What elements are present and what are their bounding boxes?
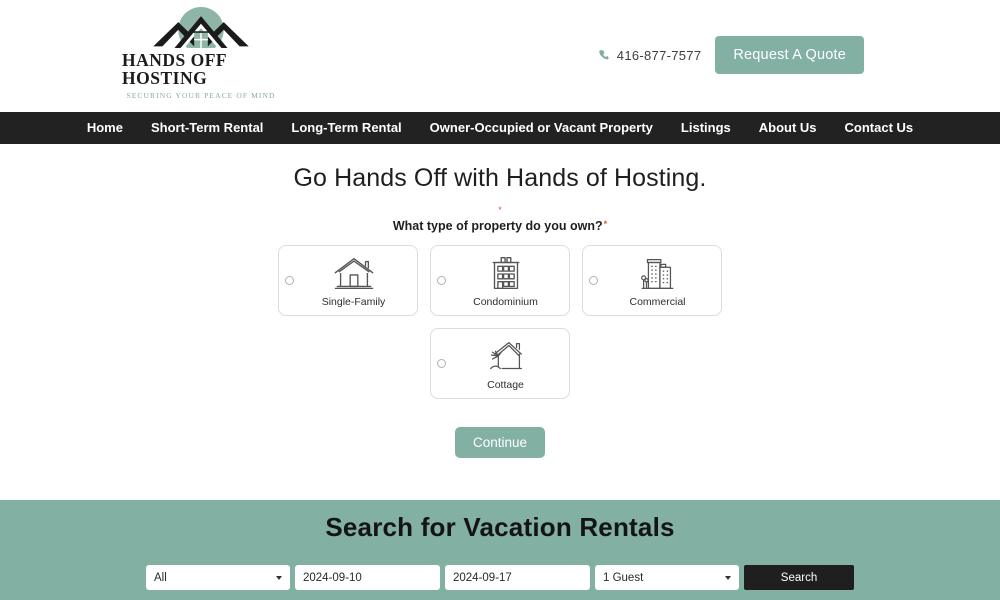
- radio-cottage[interactable]: [437, 359, 446, 368]
- nav-item-short-term-rental[interactable]: Short-Term Rental: [137, 112, 277, 144]
- property-type-question-text: What type of property do you own?: [392, 219, 603, 233]
- property-option-label: Commercial: [629, 296, 686, 308]
- vacation-rental-search: Search for Vacation Rentals All 2024-09-…: [0, 500, 1000, 600]
- search-form: All 2024-09-10 2024-09-17 1 Guest Search: [0, 565, 1000, 590]
- property-type-select[interactable]: All: [146, 565, 290, 590]
- search-section-title: Search for Vacation Rentals: [325, 512, 675, 542]
- house-mountain-sun-logo-icon: [144, 7, 258, 54]
- header-actions: 416-877-7577 Request A Quote: [598, 36, 864, 74]
- property-type-options-row-2: Cottage: [0, 328, 1000, 399]
- property-option-label: Condominium: [473, 296, 538, 308]
- guests-select-value: 1 Guest: [603, 571, 644, 584]
- page-title: Go Hands Off with Hands of Hosting.: [293, 164, 707, 192]
- required-marker-inline: *: [603, 219, 608, 229]
- condo-building-icon: [492, 257, 519, 290]
- site-header: HANDS OFF HOSTING SECURING YOUR PEACE OF…: [0, 0, 1000, 112]
- chevron-down-icon: [725, 575, 731, 580]
- property-option-label: Single-Family: [321, 296, 386, 308]
- main-navigation: Home Short-Term Rental Long-Term Rental …: [0, 112, 1000, 144]
- radio-condominium[interactable]: [437, 276, 446, 285]
- property-option-label: Cottage: [487, 379, 524, 391]
- property-option-commercial[interactable]: Commercial: [582, 245, 722, 316]
- property-type-options-row-1: Single-Family Condominium Commercial: [0, 245, 1000, 316]
- cottage-palm-icon: [489, 342, 522, 370]
- phone-number: 416-877-7577: [616, 47, 702, 63]
- nav-item-contact-us[interactable]: Contact Us: [831, 112, 928, 144]
- site-logo[interactable]: HANDS OFF HOSTING SECURING YOUR PEACE OF…: [122, 4, 280, 100]
- logo-wordmark: HANDS OFF HOSTING: [122, 50, 227, 88]
- chevron-down-icon: [276, 575, 282, 580]
- property-option-cottage[interactable]: Cottage: [430, 328, 570, 399]
- nav-item-owner-occupied-or-vacant-property[interactable]: Owner-Occupied or Vacant Property: [416, 112, 667, 144]
- property-option-condominium[interactable]: Condominium: [430, 245, 570, 316]
- nav-item-listings[interactable]: Listings: [667, 112, 745, 144]
- phone-link[interactable]: 416-877-7577: [598, 48, 702, 63]
- nav-item-long-term-rental[interactable]: Long-Term Rental: [277, 112, 415, 144]
- property-type-form: Go Hands Off with Hands of Hosting. * Wh…: [0, 144, 1000, 500]
- radio-commercial[interactable]: [589, 276, 598, 285]
- request-quote-button[interactable]: Request A Quote: [715, 36, 864, 74]
- property-option-single-family[interactable]: Single-Family: [278, 245, 418, 316]
- check-in-date-value: 2024-09-10: [303, 571, 362, 584]
- required-marker-top: *: [498, 205, 502, 215]
- continue-button[interactable]: Continue: [454, 427, 546, 458]
- commercial-building-icon: [640, 259, 673, 289]
- nav-item-about-us[interactable]: About Us: [745, 112, 831, 144]
- nav-item-home[interactable]: Home: [73, 112, 137, 144]
- check-out-date-value: 2024-09-17: [453, 571, 512, 584]
- search-button[interactable]: Search: [744, 565, 854, 590]
- phone-icon: [599, 49, 609, 59]
- check-in-date-input[interactable]: 2024-09-10: [295, 565, 440, 590]
- radio-single-family[interactable]: [285, 276, 294, 285]
- house-icon: [333, 257, 374, 290]
- check-out-date-input[interactable]: 2024-09-17: [445, 565, 590, 590]
- property-type-question: What type of property do you own?*: [0, 219, 1000, 233]
- property-type-select-value: All: [154, 571, 167, 584]
- logo-tagline: SECURING YOUR PEACE OF MIND: [126, 91, 276, 100]
- guests-select[interactable]: 1 Guest: [595, 565, 739, 590]
